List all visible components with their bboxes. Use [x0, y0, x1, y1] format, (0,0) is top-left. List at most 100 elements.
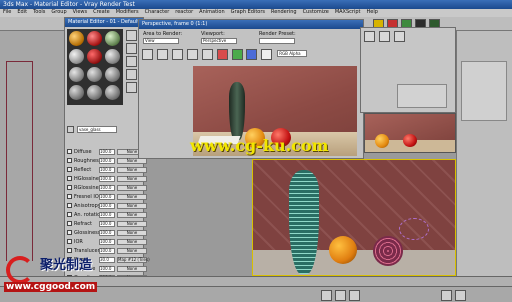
- sample-slot-sphere[interactable]: [105, 31, 120, 46]
- map-enable-checkbox[interactable]: [67, 167, 72, 172]
- key-mode-icon[interactable]: [349, 290, 360, 301]
- background-icon[interactable]: [126, 56, 137, 67]
- map-slot-button[interactable]: None: [117, 230, 147, 236]
- sample-slot-sphere[interactable]: [105, 49, 120, 64]
- print-image-icon[interactable]: [186, 49, 198, 60]
- menu-item-help[interactable]: Help: [366, 9, 377, 15]
- map-slot-button[interactable]: None: [117, 221, 147, 227]
- sample-slot-sphere[interactable]: [69, 67, 84, 82]
- alpha-channel-icon[interactable]: [261, 49, 273, 60]
- sample-slot-sphere[interactable]: [87, 31, 102, 46]
- map-slot-button[interactable]: None: [117, 194, 147, 200]
- viewport-leaf-wireframe: [399, 218, 429, 240]
- map-amount-field[interactable]: 100.0: [99, 239, 115, 245]
- menu-item-reactor[interactable]: reactor: [175, 9, 193, 15]
- menu-item-animation[interactable]: Animation: [199, 9, 225, 15]
- menu-item-modifiers[interactable]: Modifiers: [116, 9, 139, 15]
- play-icon[interactable]: [321, 290, 332, 301]
- sample-slot-sphere[interactable]: [69, 85, 84, 100]
- menu-item-file[interactable]: File: [3, 9, 11, 15]
- sample-type-icon[interactable]: [126, 30, 137, 41]
- map-enable-checkbox[interactable]: [67, 176, 72, 181]
- app-title: 3ds Max - Material Editor - Vray Render …: [3, 1, 135, 8]
- sample-slots: [67, 29, 123, 105]
- sample-slot-sphere[interactable]: [69, 49, 84, 64]
- logo-red-swirl-icon: [6, 256, 34, 284]
- map-slot-button[interactable]: None: [117, 185, 147, 191]
- render-toolbar: RGB Alpha: [141, 48, 361, 60]
- render-setup-option-icon[interactable]: [364, 31, 375, 42]
- pan-icon[interactable]: [455, 290, 466, 301]
- menu-item-maxscript[interactable]: MAXScript: [335, 9, 361, 15]
- map-label: Reflect: [74, 167, 92, 173]
- backlight-icon[interactable]: [126, 43, 137, 54]
- map-slot-button[interactable]: None: [117, 266, 147, 272]
- blue-channel-icon[interactable]: [246, 49, 258, 60]
- sample-slot-sphere[interactable]: [69, 31, 84, 46]
- map-enable-checkbox[interactable]: [67, 221, 72, 226]
- map-enable-checkbox[interactable]: [67, 149, 72, 154]
- menu-item-edit[interactable]: Edit: [17, 9, 27, 15]
- next-frame-icon[interactable]: [335, 290, 346, 301]
- clear-icon[interactable]: [201, 49, 213, 60]
- save-image-icon[interactable]: [142, 49, 153, 60]
- map-enable-checkbox[interactable]: [67, 203, 72, 208]
- left-viewport[interactable]: [0, 31, 64, 276]
- menu-item-views[interactable]: Views: [73, 9, 87, 15]
- menu-item-group[interactable]: Group: [51, 9, 66, 15]
- zoom-icon[interactable]: [441, 290, 452, 301]
- map-amount-field[interactable]: 100.0: [99, 158, 115, 164]
- red-channel-icon[interactable]: [216, 49, 228, 60]
- menu-item-tools[interactable]: Tools: [33, 9, 45, 15]
- uv-tiling-icon[interactable]: [126, 69, 137, 80]
- sample-slot-sphere[interactable]: [87, 67, 102, 82]
- map-slot-button[interactable]: Map #12 (Tiles): [117, 257, 150, 263]
- map-slot-button[interactable]: None: [117, 248, 147, 254]
- render-setup-option-icon[interactable]: [393, 31, 405, 42]
- menu-item-character[interactable]: Character: [145, 9, 170, 15]
- map-enable-checkbox[interactable]: [67, 185, 72, 190]
- viewport-select[interactable]: Perspective: [201, 38, 237, 44]
- menu-item-graph-editors[interactable]: Graph Editors: [231, 9, 265, 15]
- material-name-field[interactable]: vase_glass: [77, 126, 117, 133]
- options-icon[interactable]: [126, 82, 137, 93]
- sample-slot-sphere[interactable]: [105, 85, 120, 100]
- map-row: Reflect 100.0 None: [67, 166, 147, 174]
- map-amount-field[interactable]: 100.0: [99, 203, 115, 209]
- map-amount-field[interactable]: 100.0: [99, 167, 115, 173]
- map-amount-field[interactable]: 100.0: [99, 221, 115, 227]
- map-enable-checkbox[interactable]: [67, 194, 72, 199]
- sample-slot-sphere[interactable]: [105, 67, 120, 82]
- perspective-viewport[interactable]: [252, 159, 456, 276]
- render-setup-option-icon[interactable]: [378, 31, 390, 42]
- map-amount-field[interactable]: 100.0: [99, 212, 115, 218]
- pick-material-icon[interactable]: [67, 126, 74, 133]
- channel-select[interactable]: RGB Alpha: [277, 50, 308, 57]
- map-slot-button[interactable]: None: [117, 212, 147, 218]
- map-enable-checkbox[interactable]: [67, 158, 72, 163]
- rendered-vase: [229, 82, 245, 140]
- green-channel-icon[interactable]: [231, 49, 243, 60]
- menu-item-rendering[interactable]: Rendering: [271, 9, 297, 15]
- sample-slot-sphere[interactable]: [87, 85, 102, 100]
- copy-image-icon[interactable]: [156, 49, 168, 60]
- sample-slot-sphere[interactable]: [87, 49, 102, 64]
- map-amount-field[interactable]: 100.0: [99, 185, 115, 191]
- map-enable-checkbox[interactable]: [67, 239, 72, 244]
- clone-frame-icon[interactable]: [171, 49, 183, 60]
- map-enable-checkbox[interactable]: [67, 212, 72, 217]
- map-slot-button[interactable]: None: [117, 239, 147, 245]
- material-name-row: vase_glass: [67, 126, 143, 134]
- map-enable-checkbox[interactable]: [67, 230, 72, 235]
- area-to-render-select[interactable]: View: [143, 38, 179, 44]
- map-slot-button[interactable]: None: [117, 176, 147, 182]
- render-preset-select[interactable]: [259, 38, 295, 44]
- map-amount-field[interactable]: 100.0: [99, 176, 115, 182]
- map-amount-field[interactable]: 100.0: [99, 194, 115, 200]
- menu-item-customize[interactable]: Customize: [303, 9, 329, 15]
- menu-item-create[interactable]: Create: [93, 9, 110, 15]
- map-amount-field[interactable]: 100.0: [99, 230, 115, 236]
- map-slot-button[interactable]: None: [117, 167, 147, 173]
- map-slot-button[interactable]: None: [117, 203, 147, 209]
- map-amount-field[interactable]: 100.0: [99, 149, 115, 155]
